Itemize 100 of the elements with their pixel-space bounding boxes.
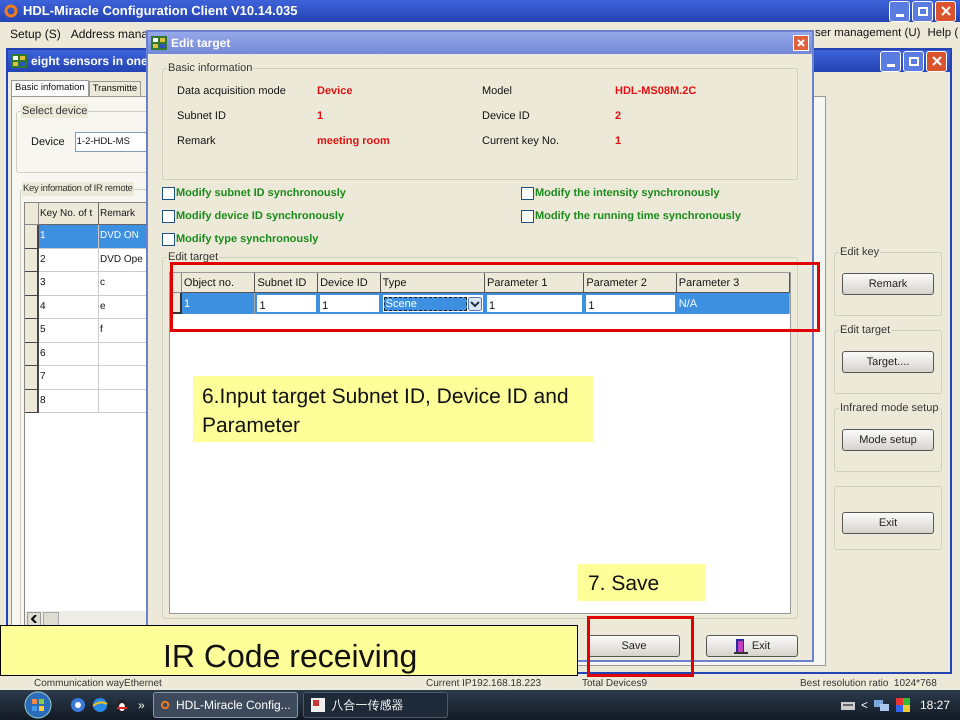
- flag-icon[interactable]: [896, 698, 910, 712]
- taskbar-button[interactable]: HDL-Miracle Config...: [152, 692, 298, 718]
- clock: 18:27: [920, 697, 950, 714]
- close-button[interactable]: [926, 50, 947, 72]
- field-value: 2: [615, 109, 622, 123]
- input-field[interactable]: 1: [484, 293, 584, 314]
- checkbox[interactable]: [162, 233, 175, 246]
- scroll-thumb[interactable]: [43, 612, 59, 626]
- column-header: Parameter 1: [484, 273, 584, 293]
- window-title: HDL-Miracle Configuration Client V10.14.035: [23, 2, 298, 20]
- door-icon: [734, 638, 748, 654]
- table-cell: 8: [39, 390, 99, 413]
- chevron-left-icon: [31, 615, 37, 623]
- field-value: HDL-MS08M.2C: [615, 84, 696, 98]
- group-title: Select device: [21, 104, 88, 118]
- globe-icon[interactable]: [70, 697, 86, 713]
- button[interactable]: Save: [588, 635, 680, 657]
- table-cell: 7: [39, 366, 99, 390]
- table-cell: N/A: [676, 293, 790, 314]
- checkbox[interactable]: [162, 210, 175, 223]
- close-button[interactable]: [935, 0, 956, 22]
- column-header: Type: [380, 273, 485, 293]
- group-title: Edit target: [839, 323, 892, 337]
- checkbox-label: Modify the intensity synchronously: [535, 186, 720, 202]
- logo-icon: [4, 4, 18, 18]
- minimize-button[interactable]: [889, 0, 910, 22]
- column-header: Parameter 3: [676, 273, 790, 293]
- minimize-button[interactable]: [880, 50, 901, 72]
- field-label: Model: [482, 84, 513, 98]
- field-label: Subnet ID: [177, 109, 227, 123]
- input-field[interactable]: 1: [318, 293, 381, 314]
- group-title: Edit key: [839, 245, 880, 259]
- button[interactable]: Exit: [842, 512, 934, 534]
- field-value: 1: [615, 134, 622, 148]
- row-header: [25, 342, 39, 366]
- network-icon[interactable]: [874, 698, 890, 712]
- table-cell: 4: [39, 296, 99, 319]
- tab[interactable]: Basic infomation: [11, 80, 89, 96]
- row-header: [25, 319, 39, 342]
- penguin-icon[interactable]: [114, 697, 130, 713]
- checkbox-label: Modify the running time synchronously: [535, 209, 741, 224]
- overflow-chevron[interactable]: »: [138, 696, 145, 714]
- button[interactable]: Remark: [842, 273, 934, 295]
- document-icon: [310, 697, 326, 713]
- column-header: Subnet ID: [255, 273, 318, 293]
- input-field[interactable]: 1: [584, 293, 677, 314]
- checkbox-label: Modify subnet ID synchronously: [176, 186, 346, 202]
- annotation-note: 7. Save: [578, 564, 706, 601]
- button[interactable]: Exit: [706, 635, 798, 657]
- close-button[interactable]: [793, 35, 809, 51]
- tray-expand-button[interactable]: <: [860, 696, 868, 714]
- row-header: [25, 225, 39, 248]
- row-header: [25, 272, 39, 296]
- maximize-icon: [908, 56, 918, 66]
- status-text: Best resolution ratio 1024*768: [800, 678, 937, 690]
- table-cell: 3: [39, 272, 99, 296]
- checkbox[interactable]: [521, 187, 534, 200]
- globe-icon[interactable]: [92, 697, 108, 713]
- field-label: Current key No.: [482, 134, 560, 148]
- column-header: Key No. of t: [39, 203, 99, 225]
- group-title: Key infomation of IR remote: [22, 182, 134, 196]
- maximize-button[interactable]: [912, 0, 933, 22]
- button[interactable]: Mode setup: [842, 429, 934, 451]
- keyboard-icon[interactable]: [840, 699, 855, 711]
- close-icon: [932, 56, 942, 66]
- close-icon: [940, 6, 950, 16]
- maximize-button[interactable]: [903, 50, 924, 72]
- taskbar-button[interactable]: 八合一传感器: [302, 692, 448, 718]
- status-text: Current IP192.168.18.223: [426, 678, 542, 690]
- checkbox[interactable]: [521, 210, 534, 223]
- tab[interactable]: Transmitte: [88, 81, 142, 96]
- field-value: 1: [317, 109, 324, 123]
- column-header: Device ID: [318, 273, 381, 293]
- menu-item[interactable]: ser management (U): [815, 25, 920, 43]
- close-icon: [797, 39, 805, 47]
- input-field[interactable]: 1: [255, 293, 318, 314]
- table-cell: 6: [39, 342, 99, 366]
- window-icon: [11, 54, 27, 68]
- status-text: Communication wayEthernet: [33, 678, 163, 690]
- button[interactable]: Target....: [842, 351, 934, 373]
- table-cell: 1: [182, 293, 256, 314]
- maximize-icon: [918, 6, 928, 16]
- window-title: eight sensors in one: [31, 53, 148, 70]
- menu-item[interactable]: Help (: [927, 25, 958, 43]
- checkbox[interactable]: [162, 187, 175, 200]
- status-text: Total Devices9: [582, 678, 648, 690]
- row-header: [25, 248, 39, 272]
- windows-logo-icon: [24, 691, 52, 719]
- table-cell: 1: [39, 225, 99, 248]
- chevron-down-icon: [468, 296, 482, 310]
- table-cell: 2: [39, 248, 99, 272]
- field-label: Device ID: [482, 109, 531, 123]
- table-cell: 5: [39, 319, 99, 342]
- annotation-note: IR Code receiving: [0, 625, 578, 676]
- menu-item[interactable]: Setup (S): [10, 25, 61, 43]
- field-label: Device: [31, 134, 65, 150]
- scroll-left-button[interactable]: [27, 612, 41, 626]
- group-title: Infrared mode setup: [839, 401, 940, 415]
- field-label: Data acquisition mode: [177, 84, 287, 98]
- minimize-icon: [886, 64, 894, 66]
